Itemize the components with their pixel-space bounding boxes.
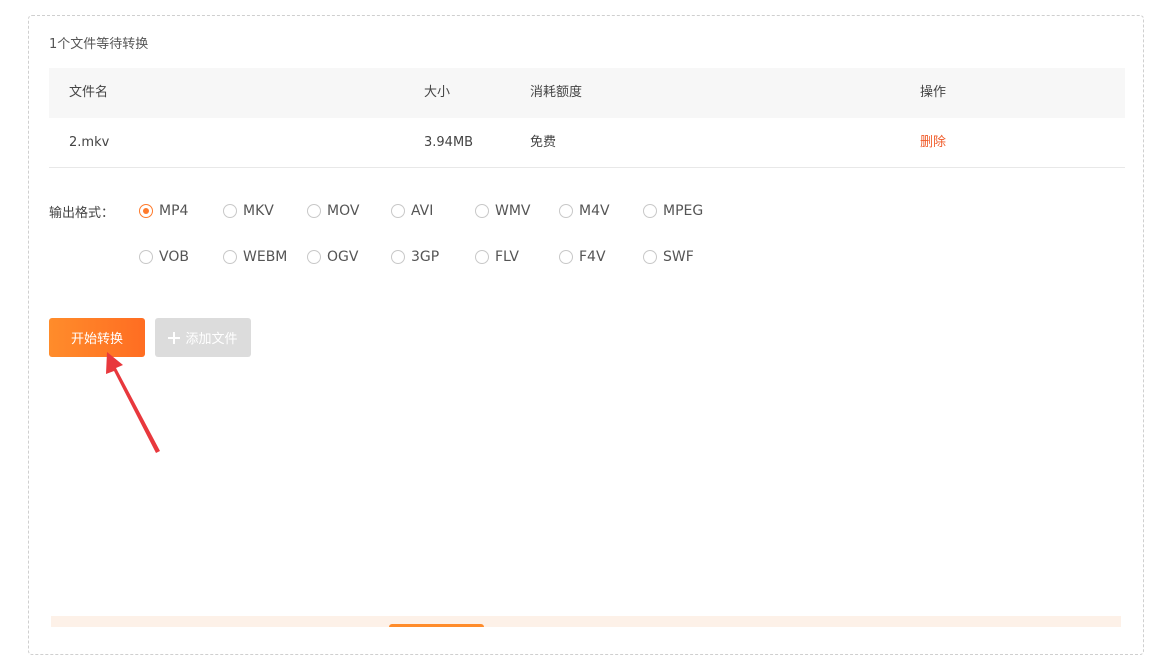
header-size: 大小 [424, 85, 451, 100]
format-label: MOV [327, 203, 360, 219]
format-label: VOB [159, 249, 189, 265]
format-label: FLV [495, 249, 519, 265]
format-radio-flv[interactable]: FLV [475, 248, 519, 266]
format-label: WMV [495, 203, 531, 219]
radio-icon [307, 250, 321, 264]
header-filename: 文件名 [69, 85, 109, 100]
radio-icon [223, 250, 237, 264]
format-label: MPEG [663, 203, 704, 219]
plus-icon [168, 331, 181, 344]
output-format-label: 输出格式： [49, 206, 115, 221]
format-label: AVI [411, 203, 434, 219]
format-radio-vob[interactable]: VOB [139, 248, 189, 266]
format-radio-ogv[interactable]: OGV [307, 248, 358, 266]
format-label: M4V [579, 203, 610, 219]
start-conversion-button[interactable]: 开始转换 [49, 318, 145, 357]
file-name: 2.mkv [69, 135, 110, 150]
radio-icon [475, 204, 489, 218]
radio-icon [139, 250, 153, 264]
format-radio-mov[interactable]: MOV [307, 202, 359, 220]
file-cost: 免费 [530, 135, 557, 150]
format-radio-avi[interactable]: AVI [391, 202, 433, 220]
file-size: 3.94MB [424, 135, 474, 150]
format-label: MP4 [159, 203, 189, 219]
radio-checked-icon [139, 204, 153, 218]
radio-icon [391, 250, 405, 264]
radio-icon [307, 204, 321, 218]
radio-icon [391, 204, 405, 218]
format-label: MKV [243, 203, 274, 219]
format-radio-swf[interactable]: SWF [643, 248, 694, 266]
format-radio-mkv[interactable]: MKV [223, 202, 274, 220]
add-file-label: 添加文件 [185, 332, 238, 347]
radio-icon [643, 250, 657, 264]
format-radio-mp4[interactable]: MP4 [139, 202, 188, 220]
radio-icon [223, 204, 237, 218]
radio-icon [475, 250, 489, 264]
format-label: F4V [579, 249, 606, 265]
table-row: 2.mkv 3.94MB 免费 删除 [49, 118, 1125, 168]
delete-file-link[interactable]: 删除 [920, 118, 946, 168]
format-radio-mpeg[interactable]: MPEG [643, 202, 703, 220]
format-radio-f4v[interactable]: F4V [559, 248, 606, 266]
format-label: 3GP [411, 249, 440, 265]
queue-status: 1个文件等待转换 [49, 37, 149, 52]
format-label: WEBM [243, 249, 288, 265]
format-radio-m4v[interactable]: M4V [559, 202, 610, 220]
format-label: SWF [663, 249, 694, 265]
header-action: 操作 [920, 85, 947, 100]
header-cost: 消耗额度 [530, 85, 583, 100]
bottom-banner [51, 616, 1121, 627]
format-radio-3gp[interactable]: 3GP [391, 248, 439, 266]
radio-icon [643, 204, 657, 218]
format-radio-wmv[interactable]: WMV [475, 202, 531, 220]
radio-icon [559, 250, 573, 264]
add-file-button[interactable]: 添加文件 [155, 318, 251, 357]
format-radio-webm[interactable]: WEBM [223, 248, 287, 266]
format-label: OGV [327, 249, 359, 265]
radio-icon [559, 204, 573, 218]
file-table-header: 文件名 大小 消耗额度 操作 [49, 68, 1125, 118]
